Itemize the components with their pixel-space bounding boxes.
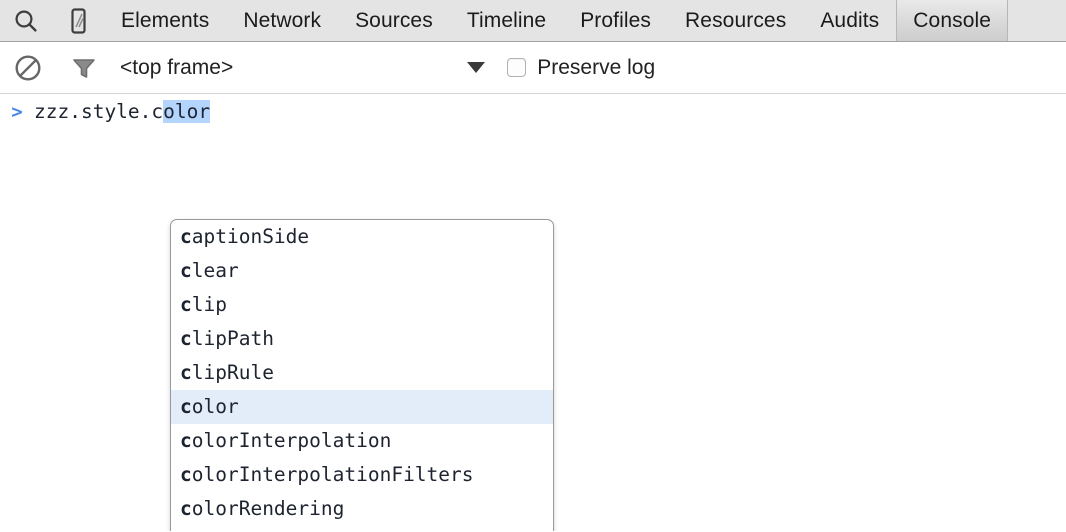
tab-timeline[interactable]: Timeline xyxy=(450,0,563,41)
tab-audits[interactable]: Audits xyxy=(803,0,896,41)
device-mode-icon[interactable] xyxy=(52,0,104,41)
autocomplete-item-rest: lipRule xyxy=(191,361,274,384)
tab-console[interactable]: Console xyxy=(896,0,1009,41)
autocomplete-popup[interactable]: captionSide clear clip clipPath clipRule… xyxy=(170,219,554,531)
autocomplete-item[interactable]: constructor xyxy=(171,526,553,531)
preserve-log-label: Preserve log xyxy=(537,55,656,79)
preserve-log-checkbox[interactable] xyxy=(507,58,527,77)
devtools-tabbar: Elements Network Sources Timeline Profil… xyxy=(0,0,1066,42)
autocomplete-item[interactable]: colorRendering xyxy=(171,492,553,526)
autocomplete-item-prefix: c xyxy=(180,361,192,384)
autocomplete-item-prefix: c xyxy=(180,259,192,282)
autocomplete-item[interactable]: clipPath xyxy=(171,322,553,356)
console-toolbar: <top frame> Preserve log xyxy=(0,42,1066,94)
autocomplete-item-selected[interactable]: color xyxy=(171,390,553,424)
tab-sources-label: Sources xyxy=(355,8,433,32)
tab-elements-label: Elements xyxy=(121,8,210,32)
frame-selector-value: <top frame> xyxy=(120,55,234,79)
search-icon[interactable] xyxy=(0,0,52,41)
tab-audits-label: Audits xyxy=(820,8,880,32)
autocomplete-item-rest: olorRendering xyxy=(191,497,345,520)
autocomplete-item-rest: olor xyxy=(191,395,239,418)
tab-console-label: Console xyxy=(913,8,992,32)
tab-elements[interactable]: Elements xyxy=(104,0,226,41)
prompt-arrow-icon: > xyxy=(11,101,23,123)
tab-resources-label: Resources xyxy=(685,8,787,32)
tab-resources[interactable]: Resources xyxy=(668,0,803,41)
autocomplete-item-rest: olorInterpolationFilters xyxy=(191,463,474,486)
console-input[interactable]: zzz.style.color xyxy=(34,98,211,126)
filter-icon[interactable] xyxy=(56,54,112,82)
tab-profiles[interactable]: Profiles xyxy=(563,0,668,41)
autocomplete-item-rest: olorInterpolation xyxy=(191,429,392,452)
autocomplete-item-prefix: c xyxy=(180,429,192,452)
autocomplete-item[interactable]: clear xyxy=(171,254,553,288)
autocomplete-item[interactable]: colorInterpolation xyxy=(171,424,553,458)
console-body[interactable]: > zzz.style.color captionSide clear clip… xyxy=(0,94,1066,531)
clear-console-icon[interactable] xyxy=(0,54,56,82)
autocomplete-item-prefix: c xyxy=(180,327,192,350)
autocomplete-item-rest: lear xyxy=(191,259,239,282)
frame-selector[interactable]: <top frame> xyxy=(120,56,233,80)
autocomplete-item[interactable]: colorInterpolationFilters xyxy=(171,458,553,492)
autocomplete-item-prefix: c xyxy=(180,225,192,248)
autocomplete-item-prefix: c xyxy=(180,293,192,316)
tab-network-label: Network xyxy=(243,8,322,32)
autocomplete-item-rest: lipPath xyxy=(191,327,274,350)
tab-network[interactable]: Network xyxy=(226,0,338,41)
autocomplete-item[interactable]: clip xyxy=(171,288,553,322)
tab-profiles-label: Profiles xyxy=(580,8,652,32)
devtools-tab-list: Elements Network Sources Timeline Profil… xyxy=(104,0,1066,41)
autocomplete-item[interactable]: captionSide xyxy=(171,220,553,254)
autocomplete-item[interactable]: clipRule xyxy=(171,356,553,390)
autocomplete-item-rest: lip xyxy=(191,293,227,316)
autocomplete-item-prefix: c xyxy=(180,463,192,486)
console-input-completion: olor xyxy=(163,100,211,123)
tab-sources[interactable]: Sources xyxy=(338,0,450,41)
preserve-log-control[interactable]: Preserve log xyxy=(507,56,655,80)
autocomplete-item-rest: aptionSide xyxy=(191,225,310,248)
console-input-typed: zzz.style.c xyxy=(34,100,164,123)
autocomplete-item-prefix: c xyxy=(180,395,192,418)
chevron-down-icon[interactable] xyxy=(467,62,486,73)
console-prompt-line[interactable]: > zzz.style.color xyxy=(0,94,211,130)
tab-timeline-label: Timeline xyxy=(466,8,547,32)
autocomplete-item-prefix: c xyxy=(180,497,192,520)
